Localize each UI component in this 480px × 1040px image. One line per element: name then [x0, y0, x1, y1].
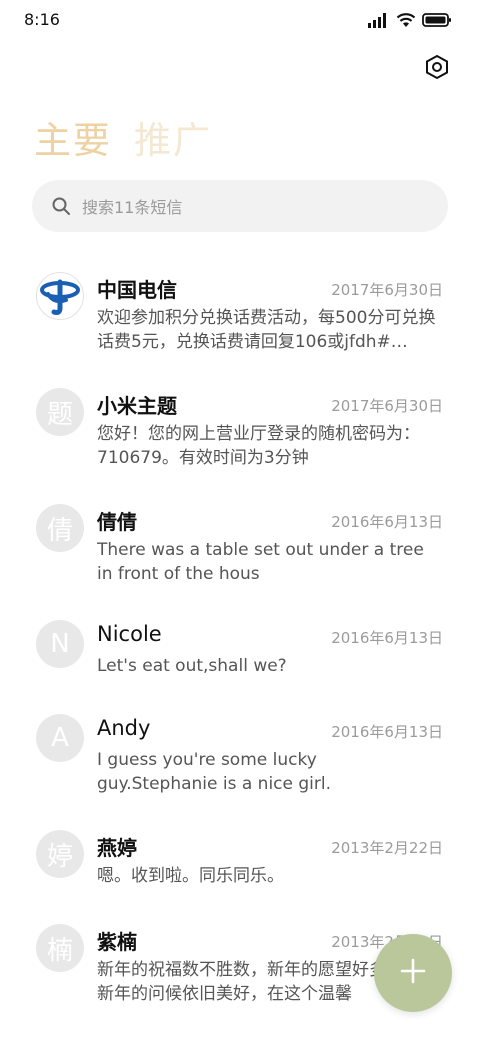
signal-icon: [368, 12, 390, 32]
message-preview: Let's eat out,shall we?: [97, 656, 287, 676]
message-preview: I guess you're some lucky guy.Stephanie …: [97, 750, 332, 794]
search-placeholder: 搜索11条短信: [82, 198, 183, 217]
message-date: 2013年2月22日: [331, 839, 443, 857]
message-item-yanting[interactable]: 婷 燕婷 2013年2月22日 嗯。收到啦。同乐同乐。: [0, 812, 480, 906]
message-item-china-telecom[interactable]: 中国电信 2017年6月30日 欢迎参加积分兑换话费活动，每500分可兑换话费5…: [0, 254, 480, 370]
message-date: 2016年6月13日: [331, 723, 443, 741]
settings-button[interactable]: [420, 52, 454, 86]
compose-button[interactable]: [374, 934, 452, 1012]
status-time: 8:16: [24, 10, 60, 29]
wifi-icon: [396, 12, 416, 32]
search-input[interactable]: 搜索11条短信: [32, 180, 448, 232]
sender-name: Nicole: [97, 622, 162, 646]
avatar: A: [36, 714, 84, 762]
battery-icon: [422, 12, 452, 32]
avatar: 楠: [36, 924, 84, 972]
sender-name: 燕婷: [97, 836, 137, 860]
message-preview: There was a table set out under a tree i…: [97, 540, 424, 584]
china-telecom-logo-icon: [36, 272, 84, 320]
message-preview: 嗯。收到啦。同乐同乐。: [97, 866, 284, 886]
message-item-xiaomi-theme[interactable]: 题 小米主题 2017年6月30日 您好！您的网上营业厅登录的随机密码为：710…: [0, 370, 480, 486]
status-bar: 8:16: [0, 0, 480, 44]
tab-bar: 主要 推广: [34, 110, 212, 164]
tab-promotion[interactable]: 推广: [134, 110, 212, 164]
avatar: 婷: [36, 830, 84, 878]
avatar: 题: [36, 388, 84, 436]
status-icons: [368, 12, 452, 32]
plus-icon: [399, 957, 427, 989]
message-date: 2016年6月13日: [331, 629, 443, 647]
avatar: 倩: [36, 504, 84, 552]
message-item-nicole[interactable]: N Nicole 2016年6月13日 Let's eat out,shall …: [0, 602, 480, 696]
sender-name: 紫楠: [97, 930, 137, 954]
message-date: 2017年6月30日: [331, 397, 443, 415]
sender-name: Andy: [97, 716, 151, 740]
message-item-qianqian[interactable]: 倩 倩倩 2016年6月13日 There was a table set ou…: [0, 486, 480, 602]
avatar: N: [36, 620, 84, 668]
message-preview: 您好！您的网上营业厅登录的随机密码为：710679。有效时间为3分钟: [97, 424, 420, 468]
message-item-andy[interactable]: A Andy 2016年6月13日 I guess you're some lu…: [0, 696, 480, 812]
tab-main[interactable]: 主要: [34, 110, 112, 164]
sender-name: 小米主题: [97, 394, 177, 418]
sender-name: 倩倩: [97, 510, 137, 534]
message-date: 2017年6月30日: [331, 281, 443, 299]
message-preview: 欢迎参加积分兑换话费活动，每500分可兑换话费5元，兑换话费请回复106或jfd…: [97, 308, 436, 352]
search-icon: [50, 195, 72, 217]
sender-name: 中国电信: [97, 278, 177, 302]
message-date: 2016年6月13日: [331, 513, 443, 531]
settings-hexagon-icon: [424, 54, 450, 84]
